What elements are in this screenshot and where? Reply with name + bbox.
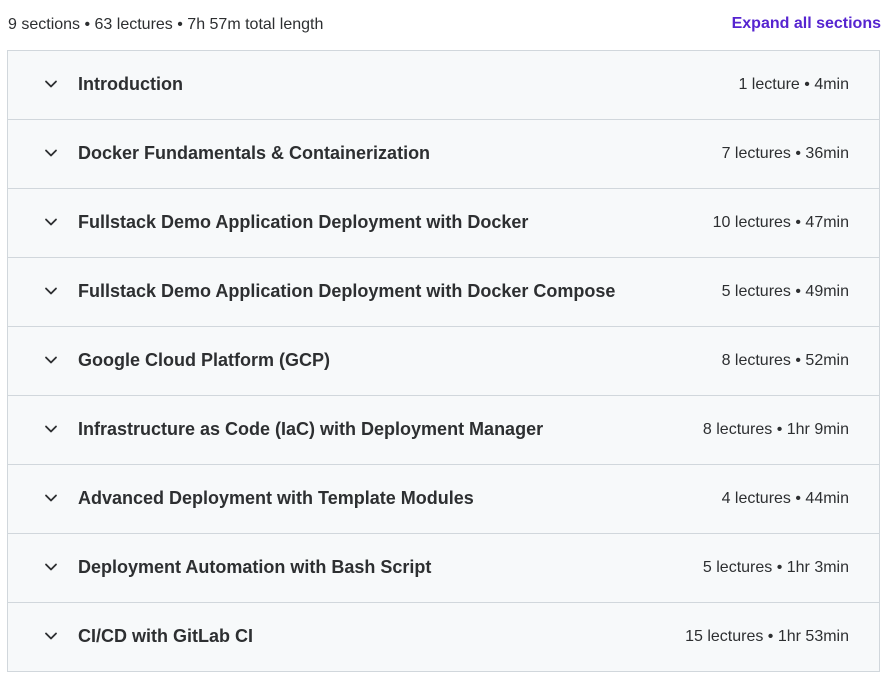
section-title: Infrastructure as Code (IaC) with Deploy… <box>78 419 544 439</box>
section-meta: 1 lecture • 4min <box>738 76 849 93</box>
section-title: Google Cloud Platform (GCP) <box>78 350 330 370</box>
section-meta: 7 lectures • 36min <box>721 145 849 162</box>
course-curriculum: 9 sections • 63 lectures • 7h 57m total … <box>0 0 887 680</box>
section-title: CI/CD with GitLab CI <box>78 626 253 646</box>
section-title: Introduction <box>78 74 183 94</box>
chevron-down-icon <box>43 214 59 230</box>
chevron-down-icon <box>43 76 59 92</box>
section-title: Advanced Deployment with Template Module… <box>78 488 474 508</box>
chevron-down-icon <box>43 628 59 644</box>
chevron-down-icon <box>43 283 59 299</box>
chevron-down-icon <box>43 421 59 437</box>
section-row[interactable]: Deployment Automation with Bash Script 5… <box>8 534 879 603</box>
chevron-down-icon <box>43 352 59 368</box>
section-title: Fullstack Demo Application Deployment wi… <box>78 281 616 301</box>
curriculum-summary: 9 sections • 63 lectures • 7h 57m total … <box>8 16 324 33</box>
section-title: Deployment Automation with Bash Script <box>78 557 432 577</box>
section-meta: 8 lectures • 1hr 9min <box>702 421 849 438</box>
section-row[interactable]: Fullstack Demo Application Deployment wi… <box>8 258 879 327</box>
section-row[interactable]: Google Cloud Platform (GCP) 8 lectures •… <box>8 327 879 396</box>
section-meta: 5 lectures • 1hr 3min <box>702 559 849 576</box>
chevron-down-icon <box>43 490 59 506</box>
section-row[interactable]: CI/CD with GitLab CI 15 lectures • 1hr 5… <box>8 603 879 672</box>
section-row[interactable]: Advanced Deployment with Template Module… <box>8 465 879 534</box>
section-row[interactable]: Introduction 1 lecture • 4min <box>8 51 879 120</box>
curriculum-summary-bar: 9 sections • 63 lectures • 7h 57m total … <box>0 0 887 50</box>
section-title: Fullstack Demo Application Deployment wi… <box>78 212 529 232</box>
section-row[interactable]: Infrastructure as Code (IaC) with Deploy… <box>8 396 879 465</box>
section-meta: 15 lectures • 1hr 53min <box>685 628 849 645</box>
section-list: Introduction 1 lecture • 4min Docker Fun… <box>7 50 880 672</box>
section-title: Docker Fundamentals & Containerization <box>78 143 431 163</box>
section-meta: 4 lectures • 44min <box>721 490 849 507</box>
section-meta: 10 lectures • 47min <box>712 214 849 231</box>
expand-all-sections-button[interactable]: Expand all sections <box>732 14 881 34</box>
chevron-down-icon <box>43 145 59 161</box>
section-row[interactable]: Fullstack Demo Application Deployment wi… <box>8 189 879 258</box>
section-row[interactable]: Docker Fundamentals & Containerization 7… <box>8 120 879 189</box>
chevron-down-icon <box>43 559 59 575</box>
section-meta: 8 lectures • 52min <box>721 352 849 369</box>
section-meta: 5 lectures • 49min <box>721 283 849 300</box>
